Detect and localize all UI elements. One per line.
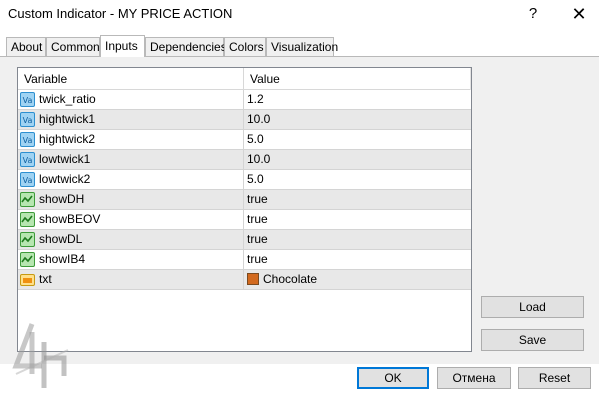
- bool-icon: [20, 252, 35, 267]
- svg-text:Va: Va: [23, 176, 33, 185]
- table-row[interactable]: Va hightwick1 10.0: [18, 110, 471, 130]
- value-cell[interactable]: true: [244, 250, 471, 269]
- table-row[interactable]: Va twick_ratio 1.2: [18, 90, 471, 110]
- variable-cell[interactable]: showIB4: [18, 250, 244, 269]
- bool-icon: [20, 192, 35, 207]
- value-text: 10.0: [247, 152, 271, 166]
- value-cell[interactable]: true: [244, 210, 471, 229]
- value-text: 10.0: [247, 112, 271, 126]
- svg-text:Va: Va: [23, 96, 33, 105]
- bool-icon: [20, 232, 35, 247]
- variable-name: showDH: [39, 192, 85, 206]
- tab-bar: About Common Inputs Dependencies Colors …: [0, 35, 599, 57]
- variable-name: showDL: [39, 232, 83, 246]
- variable-cell[interactable]: showDL: [18, 230, 244, 249]
- value-cell[interactable]: 5.0: [244, 130, 471, 149]
- variable-cell[interactable]: Va hightwick2: [18, 130, 244, 149]
- variable-cell[interactable]: showBEOV: [18, 210, 244, 229]
- table-row[interactable]: txt Chocolate: [18, 270, 471, 290]
- variable-name: hightwick2: [39, 132, 96, 146]
- inputs-grid[interactable]: Variable Value Va twick_ratio 1.2 Va hightwi…: [17, 67, 472, 352]
- help-button[interactable]: ?: [520, 2, 546, 26]
- tab-visualization[interactable]: Visualization: [266, 37, 338, 57]
- table-row[interactable]: showIB4 true: [18, 250, 471, 270]
- value-cell[interactable]: 1.2: [244, 90, 471, 109]
- value-text: true: [247, 212, 268, 226]
- value-cell[interactable]: true: [244, 190, 471, 209]
- value-icon: Va: [20, 152, 35, 167]
- value-cell[interactable]: 10.0: [244, 150, 471, 169]
- svg-text:Va: Va: [23, 156, 33, 165]
- title-bar: Custom Indicator - MY PRICE ACTION ? ✕: [0, 0, 599, 30]
- header-value[interactable]: Value: [244, 68, 471, 90]
- variable-cell[interactable]: showDH: [18, 190, 244, 209]
- bool-icon: [20, 212, 35, 227]
- variable-name: lowtwick2: [39, 172, 91, 186]
- variable-name: twick_ratio: [39, 92, 96, 106]
- value-cell[interactable]: 10.0: [244, 110, 471, 129]
- header-variable[interactable]: Variable: [18, 68, 244, 90]
- variable-name: txt: [39, 272, 52, 286]
- table-row[interactable]: Va hightwick2 5.0: [18, 130, 471, 150]
- value-icon: Va: [20, 92, 35, 107]
- save-button[interactable]: Save: [481, 329, 584, 351]
- svg-text:Va: Va: [23, 136, 33, 145]
- window-title: Custom Indicator - MY PRICE ACTION: [8, 6, 233, 21]
- ok-button[interactable]: OK: [357, 367, 429, 389]
- close-button[interactable]: ✕: [566, 2, 592, 26]
- value-text: 1.2: [247, 92, 264, 106]
- variable-name: showIB4: [39, 252, 86, 266]
- variable-cell[interactable]: Va twick_ratio: [18, 90, 244, 109]
- variable-name: hightwick1: [39, 112, 96, 126]
- value-icon: Va: [20, 132, 35, 147]
- value-text: Chocolate: [263, 272, 318, 286]
- table-row[interactable]: showDH true: [18, 190, 471, 210]
- svg-text:Va: Va: [23, 116, 33, 125]
- variable-cell[interactable]: txt: [18, 270, 244, 289]
- value-cell[interactable]: true: [244, 230, 471, 249]
- value-icon: Va: [20, 172, 35, 187]
- table-row[interactable]: showBEOV true: [18, 210, 471, 230]
- value-text: 5.0: [247, 132, 264, 146]
- color-icon: [20, 272, 35, 287]
- load-button[interactable]: Load: [481, 296, 584, 318]
- watermark-logo: [12, 323, 69, 388]
- value-cell[interactable]: 5.0: [244, 170, 471, 189]
- cancel-button[interactable]: Отмена: [437, 367, 511, 389]
- table-row[interactable]: Va lowtwick2 5.0: [18, 170, 471, 190]
- value-text: 5.0: [247, 172, 264, 186]
- header-divider: [470, 68, 471, 90]
- variable-cell[interactable]: Va lowtwick2: [18, 170, 244, 189]
- table-row[interactable]: showDL true: [18, 230, 471, 250]
- value-text: true: [247, 192, 268, 206]
- variable-name: showBEOV: [39, 212, 101, 226]
- variable-cell[interactable]: Va hightwick1: [18, 110, 244, 129]
- reset-button[interactable]: Reset: [518, 367, 591, 389]
- tab-colors[interactable]: Colors: [224, 37, 266, 57]
- variable-cell[interactable]: Va lowtwick1: [18, 150, 244, 169]
- variable-name: lowtwick1: [39, 152, 91, 166]
- table-row[interactable]: Va lowtwick1 10.0: [18, 150, 471, 170]
- tab-dependencies[interactable]: Dependencies: [145, 37, 227, 57]
- tab-common[interactable]: Common: [46, 37, 100, 57]
- value-text: true: [247, 252, 268, 266]
- tab-about[interactable]: About: [6, 37, 46, 57]
- value-icon: Va: [20, 112, 35, 127]
- value-cell[interactable]: Chocolate: [244, 270, 471, 289]
- tab-inputs[interactable]: Inputs: [100, 35, 145, 57]
- grid-header: Variable Value: [18, 68, 471, 90]
- value-text: true: [247, 232, 268, 246]
- color-swatch: [247, 273, 259, 285]
